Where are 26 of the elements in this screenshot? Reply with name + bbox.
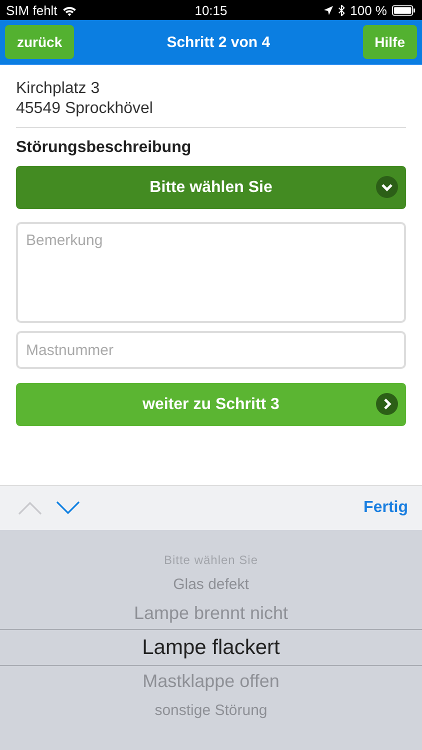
section-heading: Störungsbeschreibung — [16, 139, 192, 157]
wifi-icon — [62, 4, 78, 16]
battery-icon — [392, 4, 416, 16]
battery-label: 100 % — [350, 2, 387, 18]
bluetooth-icon — [338, 4, 346, 16]
chevron-right-icon — [376, 393, 398, 415]
picker-option[interactable]: sonstige Störung — [154, 697, 268, 724]
next-step-button[interactable]: weiter zu Schritt 3 — [16, 383, 406, 426]
picker-option[interactable]: Lampe flackert — [0, 629, 422, 666]
done-button[interactable]: Fertig — [354, 499, 408, 517]
picker-option[interactable]: Glas defekt — [173, 571, 249, 598]
select-dropdown[interactable]: Bitte wählen Sie — [16, 166, 406, 209]
mast-number-field[interactable]: Mastnummer — [16, 331, 406, 369]
carrier-label: SIM fehlt — [6, 2, 58, 18]
picker-option[interactable]: Lampe brennt nicht — [134, 598, 288, 629]
chevron-down-icon — [376, 176, 398, 198]
next-field-button[interactable] — [56, 500, 82, 516]
screen-title: Schritt 2 von 4 — [166, 34, 270, 50]
remark-field[interactable]: Bemerkung — [16, 222, 406, 323]
back-button[interactable]: zurück — [5, 25, 74, 59]
clock: 10:15 — [194, 2, 228, 18]
help-button[interactable]: Hilfe — [362, 25, 417, 59]
address-line: 45549 Sprockhövel — [16, 99, 154, 119]
picker-option[interactable]: Mastklappe offen — [142, 666, 280, 697]
location-icon — [324, 6, 334, 14]
address-line: Kirchplatz 3 — [16, 79, 101, 99]
